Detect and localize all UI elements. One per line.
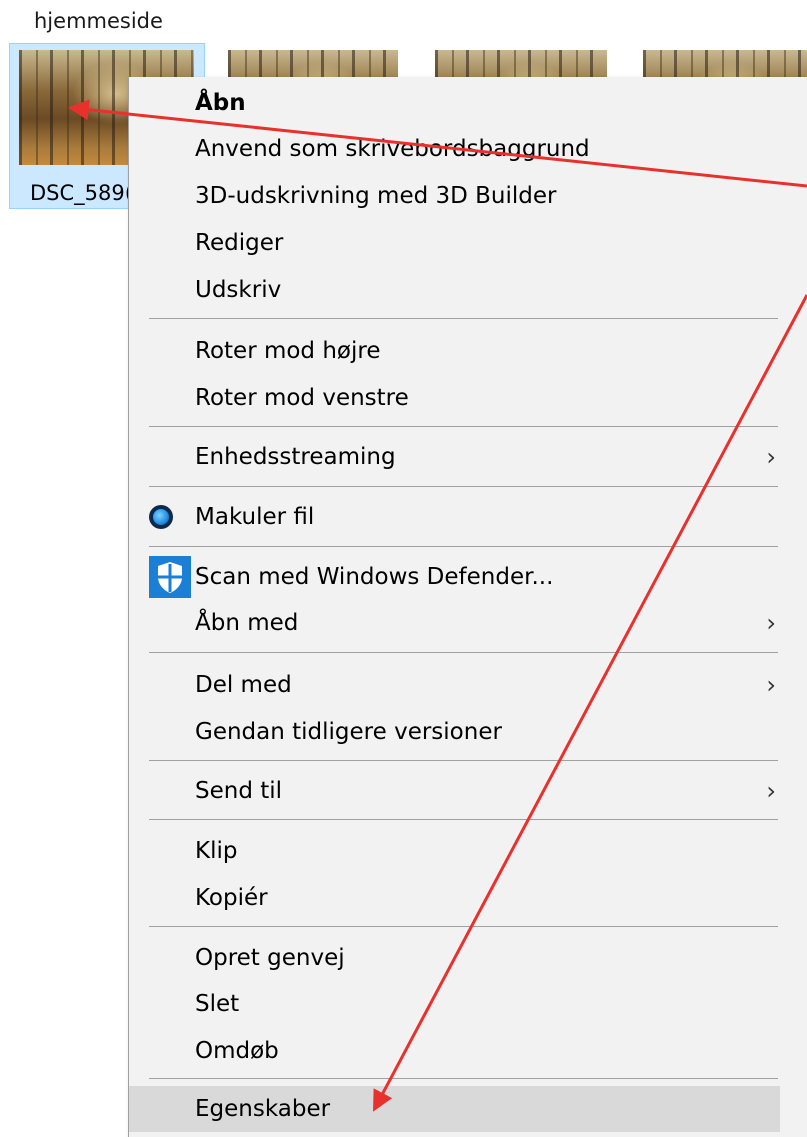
menu-item-label: Udskriv [195, 277, 282, 303]
menu-item-label: Klip [195, 838, 238, 864]
menu-item-label: Åbn med [195, 610, 299, 636]
menu-item-cut[interactable]: Klip [129, 828, 807, 874]
menu-item-copy[interactable]: Kopiér [129, 875, 807, 921]
menu-item-rotate-right[interactable]: Roter mod højre [129, 328, 807, 374]
file-name-label: DSC_589( [30, 181, 133, 205]
menu-item-print[interactable]: Udskriv [129, 267, 807, 313]
menu-item-label: Scan med Windows Defender... [195, 564, 554, 590]
menu-item-edit[interactable]: Rediger [129, 220, 807, 266]
chevron-right-icon: › [766, 777, 776, 805]
menu-item-label: Roter mod højre [195, 338, 381, 364]
menu-item-label: Slet [195, 991, 240, 1017]
menu-item-label: Kopiér [195, 885, 268, 911]
menu-item-create-shortcut[interactable]: Opret genvej [129, 935, 807, 981]
context-menu: Åbn Anvend som skrivebordsbaggrund 3D-ud… [128, 77, 807, 1137]
menu-separator [149, 318, 778, 319]
menu-item-open-with[interactable]: Åbn med › [129, 600, 807, 646]
menu-item-3d-print[interactable]: 3D-udskrivning med 3D Builder [129, 173, 807, 219]
menu-separator [149, 1078, 778, 1079]
menu-item-properties[interactable]: Egenskaber [129, 1086, 780, 1132]
menu-item-delete[interactable]: Slet [129, 981, 807, 1027]
menu-separator [149, 426, 778, 427]
menu-item-label: Roter mod venstre [195, 385, 409, 411]
menu-separator [149, 819, 778, 820]
menu-item-label: Anvend som skrivebordsbaggrund [195, 136, 590, 162]
chevron-right-icon: › [766, 671, 776, 699]
menu-separator [149, 486, 778, 487]
shredder-app-icon [149, 505, 173, 529]
menu-item-send-to[interactable]: Send til › [129, 768, 807, 814]
menu-item-label: Send til [195, 778, 283, 804]
menu-item-label: Åbn [195, 90, 246, 116]
menu-item-label: Makuler fil [195, 504, 315, 530]
menu-item-label: Omdøb [195, 1038, 279, 1064]
menu-item-label: Egenskaber [195, 1096, 331, 1122]
menu-item-label: Enhedsstreaming [195, 444, 396, 470]
menu-item-label: 3D-udskrivning med 3D Builder [195, 183, 557, 209]
menu-item-restore-previous-versions[interactable]: Gendan tidligere versioner [129, 709, 807, 755]
menu-separator [149, 652, 778, 653]
menu-item-open[interactable]: Åbn [129, 80, 807, 126]
menu-item-rotate-left[interactable]: Roter mod venstre [129, 375, 807, 421]
menu-item-share-with[interactable]: Del med › [129, 662, 807, 708]
menu-separator [149, 546, 778, 547]
menu-item-label: Gendan tidligere versioner [195, 719, 502, 745]
menu-item-set-desktop-background[interactable]: Anvend som skrivebordsbaggrund [129, 126, 807, 172]
menu-item-shred-file[interactable]: Makuler fil [129, 494, 807, 540]
folder-title: hjemmeside [34, 9, 163, 33]
menu-item-label: Del med [195, 672, 292, 698]
menu-item-scan-defender[interactable]: Scan med Windows Defender... [129, 554, 807, 600]
menu-item-cast-to-device[interactable]: Enhedsstreaming › [129, 434, 807, 480]
menu-separator [149, 760, 778, 761]
menu-item-rename[interactable]: Omdøb [129, 1028, 807, 1074]
menu-item-label: Rediger [195, 230, 284, 256]
menu-separator [149, 926, 778, 927]
menu-item-label: Opret genvej [195, 945, 345, 971]
windows-defender-shield-icon [149, 556, 191, 598]
chevron-right-icon: › [766, 609, 776, 637]
chevron-right-icon: › [766, 443, 776, 471]
